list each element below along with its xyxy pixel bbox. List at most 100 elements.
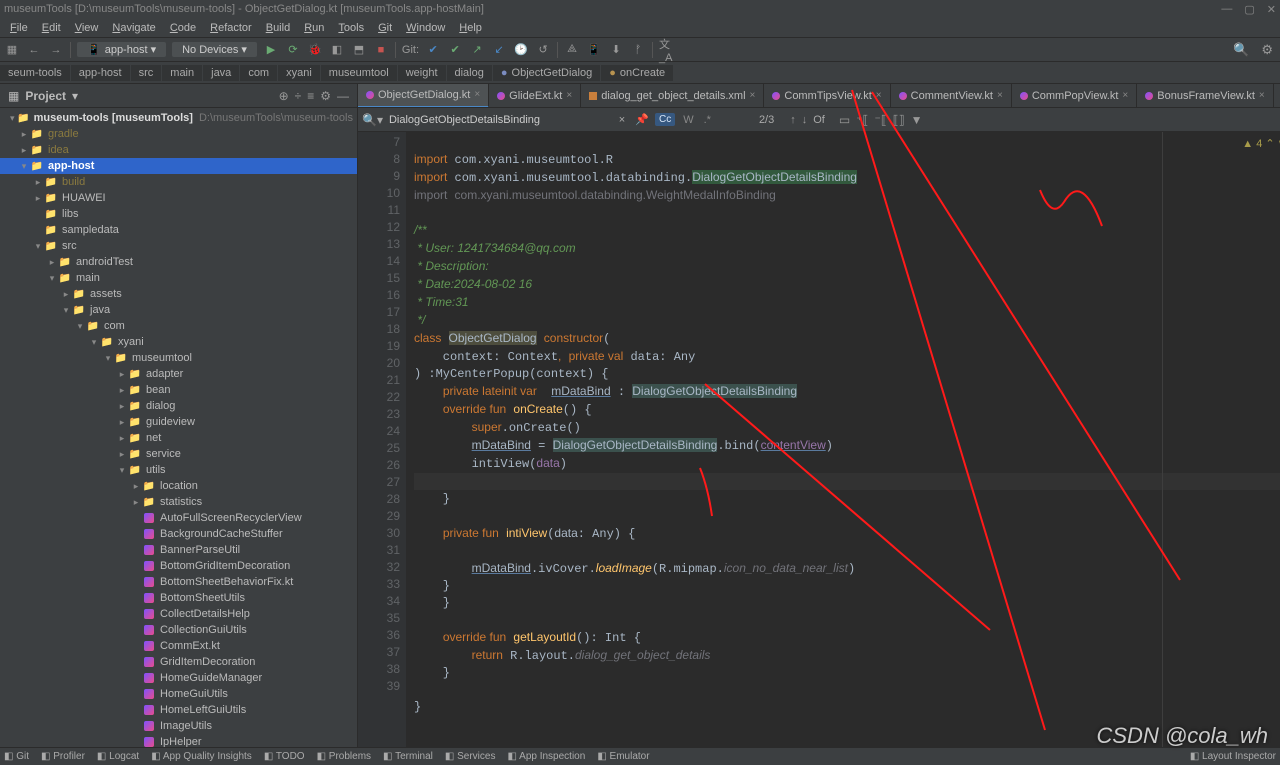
git-commit-icon[interactable]: ✔ (447, 42, 463, 58)
menu-navigate[interactable]: Navigate (106, 22, 161, 34)
tree-item-22[interactable]: ▸📁location (0, 478, 357, 494)
tree-item-4[interactable]: ▸📁HUAWEI (0, 190, 357, 206)
tree-item-6[interactable]: 📁sampledata (0, 222, 357, 238)
bottom-git[interactable]: ◧ Git (4, 751, 29, 762)
rm-icon[interactable]: ᚠ (630, 42, 646, 58)
collapse-icon[interactable]: ÷ (295, 89, 302, 103)
clear-icon[interactable]: × (615, 114, 629, 126)
forward-icon[interactable]: → (48, 42, 64, 58)
tab-6[interactable]: BonusFrameView.kt × (1137, 84, 1273, 108)
crumb-4[interactable]: java (203, 65, 239, 81)
tab-4[interactable]: CommentView.kt × (891, 84, 1012, 108)
tree-item-11[interactable]: ▾📁java (0, 302, 357, 318)
crumb-10[interactable]: ObjectGetDialog (493, 65, 600, 81)
tree-item-26[interactable]: BannerParseUtil (0, 542, 357, 558)
tab-3[interactable]: CommTipsView.kt × (764, 84, 890, 108)
tabs-more-icon[interactable]: ⋮ (1274, 89, 1280, 103)
device-selector[interactable]: No Devices ▾ (172, 42, 257, 57)
crumb-1[interactable]: app-host (71, 65, 130, 81)
tree-item-10[interactable]: ▸📁assets (0, 286, 357, 302)
bottom-emulator[interactable]: ◧ Emulator (597, 751, 649, 762)
words-toggle[interactable]: W (681, 114, 695, 126)
dropdown-icon[interactable]: ▾ (72, 89, 78, 103)
tree-item-2[interactable]: ▾📁app-host (0, 158, 357, 174)
tree-item-24[interactable]: AutoFullScreenRecyclerView (0, 510, 357, 526)
attach-icon[interactable]: ⬒ (351, 42, 367, 58)
tree-item-7[interactable]: ▾📁src (0, 238, 357, 254)
stop-icon[interactable]: ■ (373, 42, 389, 58)
menu-window[interactable]: Window (400, 22, 451, 34)
tree-item-29[interactable]: BottomSheetUtils (0, 590, 357, 606)
add-selection-icon[interactable]: ⁺⟦ (856, 113, 868, 127)
search-icon[interactable]: 🔍 (1233, 42, 1249, 58)
crumb-11[interactable]: onCreate (601, 65, 673, 81)
tree-item-21[interactable]: ▾📁utils (0, 462, 357, 478)
crumb-6[interactable]: xyani (278, 65, 320, 81)
sync-icon[interactable]: ⟁ (564, 42, 580, 58)
prev-match-icon[interactable]: ↑ (790, 114, 796, 126)
tab-2[interactable]: dialog_get_object_details.xml × (581, 84, 764, 108)
translate-icon[interactable]: 文_A (659, 42, 675, 58)
tree-item-38[interactable]: IpHelper (0, 734, 357, 747)
close-icon[interactable]: ✕ (1267, 3, 1276, 16)
menu-help[interactable]: Help (453, 22, 488, 34)
code-editor[interactable]: import import com.xyani.museumtool.Rcom.… (406, 132, 1280, 747)
tree-item-20[interactable]: ▸📁service (0, 446, 357, 462)
menu-file[interactable]: File (4, 22, 34, 34)
git-update-icon[interactable]: ✔ (425, 42, 441, 58)
menu-view[interactable]: View (69, 22, 105, 34)
select-all-occurrences-icon[interactable]: ⟦⟧ (893, 113, 905, 127)
tree-item-15[interactable]: ▸📁adapter (0, 366, 357, 382)
editor-split-icon[interactable]: ▭ (839, 113, 850, 127)
module-selector[interactable]: 📱 app-host ▾ (77, 42, 166, 57)
bottom-layout-inspector[interactable]: ◧ Layout Inspector (1190, 751, 1276, 762)
tree-item-16[interactable]: ▸📁bean (0, 382, 357, 398)
menu-refactor[interactable]: Refactor (204, 22, 258, 34)
tree-item-17[interactable]: ▸📁dialog (0, 398, 357, 414)
bottom-problems[interactable]: ◧ Problems (317, 751, 371, 762)
tree-item-35[interactable]: HomeGuiUtils (0, 686, 357, 702)
tree-item-30[interactable]: CollectDetailsHelp (0, 606, 357, 622)
crumb-9[interactable]: dialog (447, 65, 492, 81)
tree-item-31[interactable]: CollectionGuiUtils (0, 622, 357, 638)
git-pull-icon[interactable]: ↙ (491, 42, 507, 58)
project-icon[interactable]: ▦ (4, 42, 20, 58)
tab-5[interactable]: CommPopView.kt × (1012, 84, 1137, 108)
crumb-3[interactable]: main (162, 65, 202, 81)
tree-item-14[interactable]: ▾📁museumtool (0, 350, 357, 366)
next-match-icon[interactable]: ↓ (802, 114, 808, 126)
debug-icon[interactable]: 🐞 (307, 42, 323, 58)
settings-icon[interactable]: ⚙ (1261, 42, 1273, 58)
tab-1[interactable]: GlideExt.kt × (489, 84, 581, 108)
git-history-icon[interactable]: 🕑 (513, 42, 529, 58)
crumb-8[interactable]: weight (398, 65, 446, 81)
tree-item-1[interactable]: ▸📁idea (0, 142, 357, 158)
inspection-badge[interactable]: ▲ 4 ⌃ ∨ (1242, 136, 1280, 153)
remove-selection-icon[interactable]: ⁻⟦ (874, 113, 886, 127)
run-icon[interactable]: ▶ (263, 42, 279, 58)
tree-item-37[interactable]: ImageUtils (0, 718, 357, 734)
tree-item-25[interactable]: BackgroundCacheStuffer (0, 526, 357, 542)
hide-icon[interactable]: — (337, 89, 349, 103)
tree-item-28[interactable]: BottomSheetBehaviorFix.kt (0, 574, 357, 590)
find-input[interactable] (389, 114, 609, 126)
tree-root[interactable]: ▾📁museum-tools [museumTools]D:\museumToo… (0, 110, 357, 126)
tree-item-19[interactable]: ▸📁net (0, 430, 357, 446)
menu-tools[interactable]: Tools (332, 22, 370, 34)
filter-icon[interactable]: ▼ (911, 113, 923, 127)
tab-0[interactable]: ObjectGetDialog.kt × (358, 84, 489, 108)
menu-run[interactable]: Run (298, 22, 330, 34)
back-icon[interactable]: ← (26, 42, 42, 58)
tree-item-33[interactable]: GridItemDecoration (0, 654, 357, 670)
git-push-icon[interactable]: ↗ (469, 42, 485, 58)
tree-item-3[interactable]: ▸📁build (0, 174, 357, 190)
bottom-terminal[interactable]: ◧ Terminal (383, 751, 433, 762)
tree-item-13[interactable]: ▾📁xyani (0, 334, 357, 350)
tree-item-8[interactable]: ▸📁androidTest (0, 254, 357, 270)
apply-icon[interactable]: ⟳ (285, 42, 301, 58)
tree-item-12[interactable]: ▾📁com (0, 318, 357, 334)
regex-toggle[interactable]: .* (702, 114, 713, 126)
bottom-services[interactable]: ◧ Services (445, 751, 496, 762)
tree-item-34[interactable]: HomeGuideManager (0, 670, 357, 686)
tree-item-0[interactable]: ▸📁gradle (0, 126, 357, 142)
